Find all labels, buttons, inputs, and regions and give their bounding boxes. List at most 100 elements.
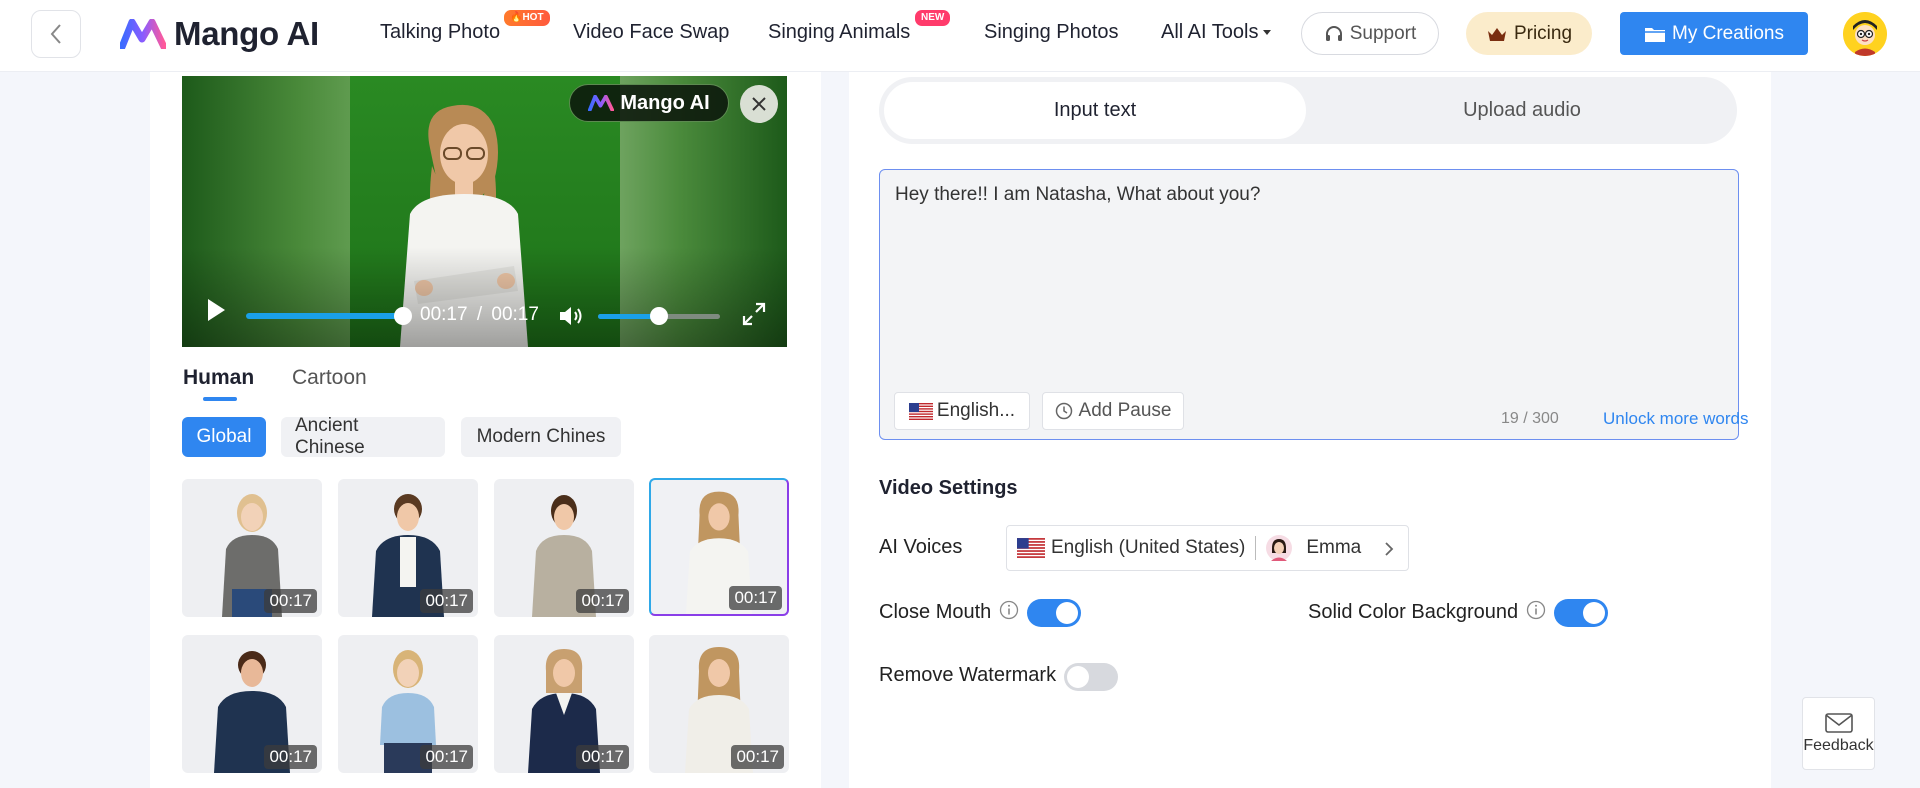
preview-video-player[interactable]: Mango AI 00:17 / 00:17 <box>182 76 787 347</box>
info-icon[interactable] <box>1526 600 1546 620</box>
voice-name: Emma <box>1306 537 1362 558</box>
avatar-duration: 00:17 <box>264 589 317 613</box>
solid-color-bg-setting: Solid Color Background <box>1308 600 1546 624</box>
word-count: 19 / 300 <box>1501 410 1559 427</box>
close-icon <box>752 97 766 111</box>
tab-cartoon[interactable]: Cartoon <box>292 366 367 390</box>
hot-badge-text: HOT <box>522 12 544 23</box>
watermark-badge: Mango AI <box>569 84 729 122</box>
us-flag-icon <box>1017 538 1045 558</box>
category-global[interactable]: Global <box>182 417 266 457</box>
new-badge: NEW <box>915 10 951 26</box>
feedback-label: Feedback <box>1803 736 1874 754</box>
settings-panel: Input text Upload audio English... Add P… <box>849 72 1771 788</box>
avatar-tile[interactable]: 00:17 <box>494 635 634 773</box>
top-nav-bar: Mango AI Talking Photo 🔥HOT Video Face S… <box>0 0 1920 72</box>
avatar-tile[interactable]: 00:17 <box>338 635 478 773</box>
unlock-more-words-link[interactable]: Unlock more words <box>1603 409 1749 429</box>
avatar-panel: Mango AI 00:17 / 00:17 Human Cartoon Glo… <box>150 72 821 788</box>
info-icon[interactable] <box>999 600 1019 620</box>
pricing-button[interactable]: Pricing <box>1466 12 1592 55</box>
total-duration: 00:17 <box>491 304 539 325</box>
ai-voices-label: AI Voices <box>879 536 963 558</box>
support-label: Support <box>1349 22 1417 44</box>
remove-watermark-label: Remove Watermark <box>879 664 1057 686</box>
close-mouth-toggle[interactable] <box>1027 599 1081 627</box>
ai-voice-selector[interactable]: English (United States) Emma <box>1006 525 1409 571</box>
progress-thumb[interactable] <box>394 307 412 325</box>
video-controls-shade <box>182 247 787 347</box>
avatar-duration: 00:17 <box>420 745 473 769</box>
script-language-label: English... <box>936 400 1016 421</box>
avatar-duration: 00:17 <box>576 589 629 613</box>
nav-singing-animals[interactable]: Singing Animals NEW <box>768 10 951 44</box>
nav-all-ai-tools[interactable]: All AI Tools <box>1161 21 1272 44</box>
avatar-tile[interactable]: 00:17 <box>649 635 789 773</box>
fullscreen-icon <box>742 302 766 326</box>
solid-color-bg-label: Solid Color Background <box>1308 601 1519 623</box>
script-language-button[interactable]: English... <box>894 392 1030 430</box>
remove-watermark-toggle[interactable] <box>1064 663 1118 691</box>
category-modern-chinese[interactable]: Modern Chines <box>461 417 621 457</box>
current-time: 00:17 <box>420 304 468 325</box>
volume-button[interactable] <box>558 305 584 332</box>
play-button[interactable] <box>206 298 226 327</box>
avatar-tile[interactable]: 00:17 <box>494 479 634 617</box>
tab-human[interactable]: Human <box>183 366 254 390</box>
nav-video-face-swap[interactable]: Video Face Swap <box>573 21 729 44</box>
nav-label: All AI Tools <box>1161 21 1259 43</box>
time-separator: / <box>476 304 483 325</box>
avatar-duration: 00:17 <box>576 745 629 769</box>
active-tab-indicator <box>203 397 237 401</box>
volume-icon <box>560 307 582 325</box>
add-pause-button[interactable]: Add Pause <box>1042 392 1184 430</box>
clock-icon <box>1055 402 1072 420</box>
avatar-tile-selected[interactable]: 00:17 <box>649 478 789 616</box>
voice-separator <box>1255 536 1257 560</box>
my-creations-label: My Creations <box>1672 22 1784 44</box>
voice-avatar-icon <box>1266 535 1293 561</box>
back-button[interactable] <box>31 10 81 58</box>
avatar-duration: 00:17 <box>420 589 473 613</box>
pricing-label: Pricing <box>1513 22 1573 44</box>
fullscreen-button[interactable] <box>742 302 766 331</box>
my-creations-button[interactable]: My Creations <box>1620 12 1808 55</box>
folder-icon <box>1645 27 1666 42</box>
cartoon-avatar-icon <box>1843 12 1887 56</box>
toggle-knob <box>1067 666 1089 688</box>
avatar-tile[interactable]: 00:17 <box>182 479 322 617</box>
mango-ai-logo[interactable]: Mango AI <box>120 13 319 55</box>
avatar-tile[interactable]: 00:17 <box>182 635 322 773</box>
headset-icon <box>1325 25 1342 41</box>
nav-label: Talking Photo <box>380 21 501 43</box>
avatar-tile[interactable]: 00:17 <box>338 479 478 617</box>
mango-logo-icon <box>588 95 615 111</box>
category-ancient-chinese[interactable]: Ancient Chinese <box>281 415 445 458</box>
nav-singing-photos[interactable]: Singing Photos <box>984 21 1119 44</box>
solid-color-bg-toggle[interactable] <box>1554 599 1608 627</box>
avatar-duration: 00:17 <box>264 745 317 769</box>
input-text-option[interactable]: Input text <box>884 82 1306 139</box>
video-progress-bar[interactable] <box>246 313 402 319</box>
script-text-input[interactable] <box>895 184 1715 364</box>
user-avatar[interactable] <box>1843 12 1887 56</box>
avatar-duration: 00:17 <box>729 586 782 610</box>
watermark-text: Mango AI <box>620 91 710 114</box>
support-button[interactable]: Support <box>1301 12 1439 55</box>
chevron-right-icon <box>1385 542 1394 556</box>
add-pause-label: Add Pause <box>1078 400 1172 421</box>
close-video-button[interactable] <box>740 85 778 123</box>
feedback-button[interactable]: Feedback <box>1802 697 1875 770</box>
hot-badge: 🔥HOT <box>504 10 550 26</box>
script-editor: English... Add Pause 19 / 300 Unlock mor… <box>879 169 1749 440</box>
chevron-left-icon <box>50 24 61 44</box>
video-time: 00:17 / 00:17 <box>420 304 539 326</box>
mail-icon <box>1824 712 1853 733</box>
upload-audio-option[interactable]: Upload audio <box>1311 82 1733 139</box>
us-flag-icon <box>908 402 933 420</box>
caret-down-icon <box>1263 30 1272 35</box>
nav-talking-photo[interactable]: Talking Photo 🔥HOT <box>380 10 550 44</box>
nav-label: Singing Animals <box>768 21 911 43</box>
volume-thumb[interactable] <box>650 307 668 325</box>
input-mode-toggle: Input text Upload audio <box>879 77 1737 144</box>
